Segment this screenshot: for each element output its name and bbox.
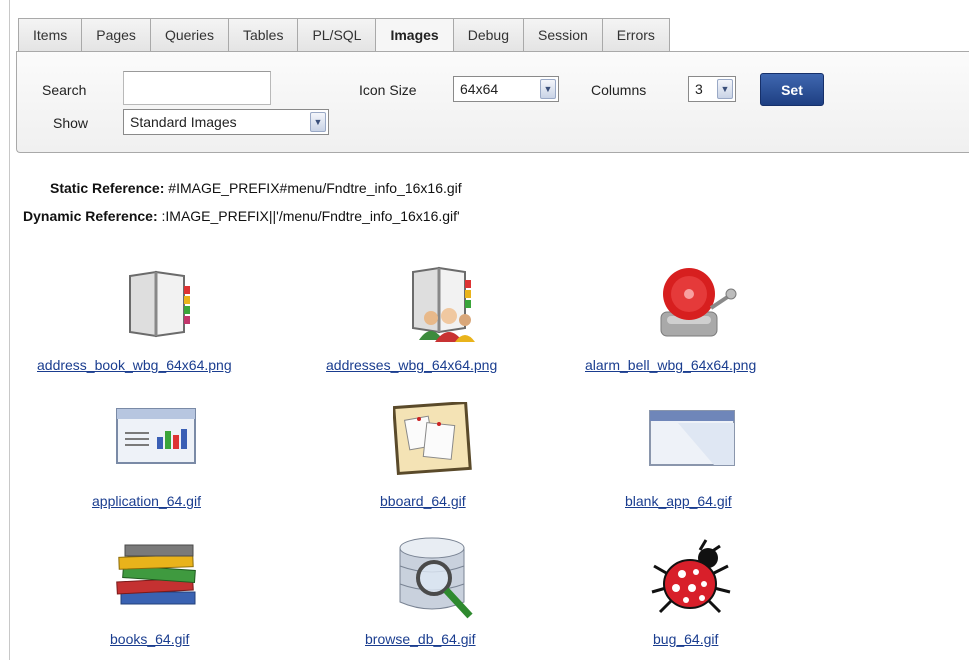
icon-size-label: Icon Size: [359, 82, 417, 98]
dynamic-reference: Dynamic Reference: :IMAGE_PREFIX||'/menu…: [23, 208, 460, 224]
set-button[interactable]: Set: [760, 73, 824, 106]
image-link[interactable]: application_64.gif: [92, 493, 201, 509]
show-select-value: Standard Images: [130, 114, 237, 130]
show-select[interactable]: Standard Images ▼: [123, 109, 329, 135]
image-link[interactable]: bug_64.gif: [653, 631, 718, 647]
tab-queries[interactable]: Queries: [149, 18, 228, 51]
dynamic-reference-value: :IMAGE_PREFIX||'/menu/Fndtre_info_16x16.…: [161, 208, 460, 224]
books-icon: [116, 544, 196, 605]
chevron-down-icon: ▼: [310, 112, 326, 132]
image-link[interactable]: alarm_bell_wbg_64x64.png: [585, 357, 756, 373]
image-link[interactable]: books_64.gif: [110, 631, 189, 647]
tab-items[interactable]: Items: [18, 18, 82, 51]
tab-session[interactable]: Session: [522, 18, 602, 51]
image-link[interactable]: bboard_64.gif: [380, 493, 466, 509]
browse-db-icon: [399, 537, 473, 619]
columns-label: Columns: [591, 82, 647, 98]
columns-select[interactable]: 3 ▼: [688, 76, 736, 102]
bboard-icon: [393, 402, 472, 476]
chevron-down-icon: ▼: [717, 79, 733, 99]
dynamic-reference-label: Dynamic Reference:: [23, 208, 158, 224]
alarm-bell-icon: [660, 268, 737, 337]
tab-errors[interactable]: Errors: [601, 18, 670, 51]
static-reference: Static Reference: #IMAGE_PREFIX#menu/Fnd…: [50, 180, 462, 196]
bug-icon: [651, 539, 731, 614]
addresses-icon: [412, 266, 475, 342]
static-reference-value: #IMAGE_PREFIX#menu/Fndtre_info_16x16.gif: [168, 180, 462, 196]
tab-tables[interactable]: Tables: [227, 18, 298, 51]
tab-plsql[interactable]: PL/SQL: [297, 18, 376, 51]
tab-images[interactable]: Images: [375, 18, 453, 51]
tab-debug[interactable]: Debug: [452, 18, 523, 51]
image-link[interactable]: browse_db_64.gif: [365, 631, 476, 647]
columns-value: 3: [695, 81, 703, 97]
tab-bar: Items Pages Queries Tables PL/SQL Images…: [18, 18, 670, 51]
chevron-down-icon: ▼: [540, 79, 556, 99]
search-label: Search: [42, 82, 87, 98]
icon-size-select[interactable]: 64x64 ▼: [453, 76, 559, 102]
address-book-icon: [129, 270, 190, 338]
tab-pages[interactable]: Pages: [81, 18, 150, 51]
blank-app-icon: [649, 410, 735, 466]
image-link[interactable]: blank_app_64.gif: [625, 493, 732, 509]
image-link[interactable]: address_book_wbg_64x64.png: [37, 357, 232, 373]
show-label: Show: [53, 115, 89, 131]
static-reference-label: Static Reference:: [50, 180, 165, 196]
search-input[interactable]: [123, 71, 271, 105]
icon-size-value: 64x64: [460, 81, 499, 97]
image-link[interactable]: addresses_wbg_64x64.png: [326, 357, 497, 373]
application-icon: [116, 408, 196, 464]
